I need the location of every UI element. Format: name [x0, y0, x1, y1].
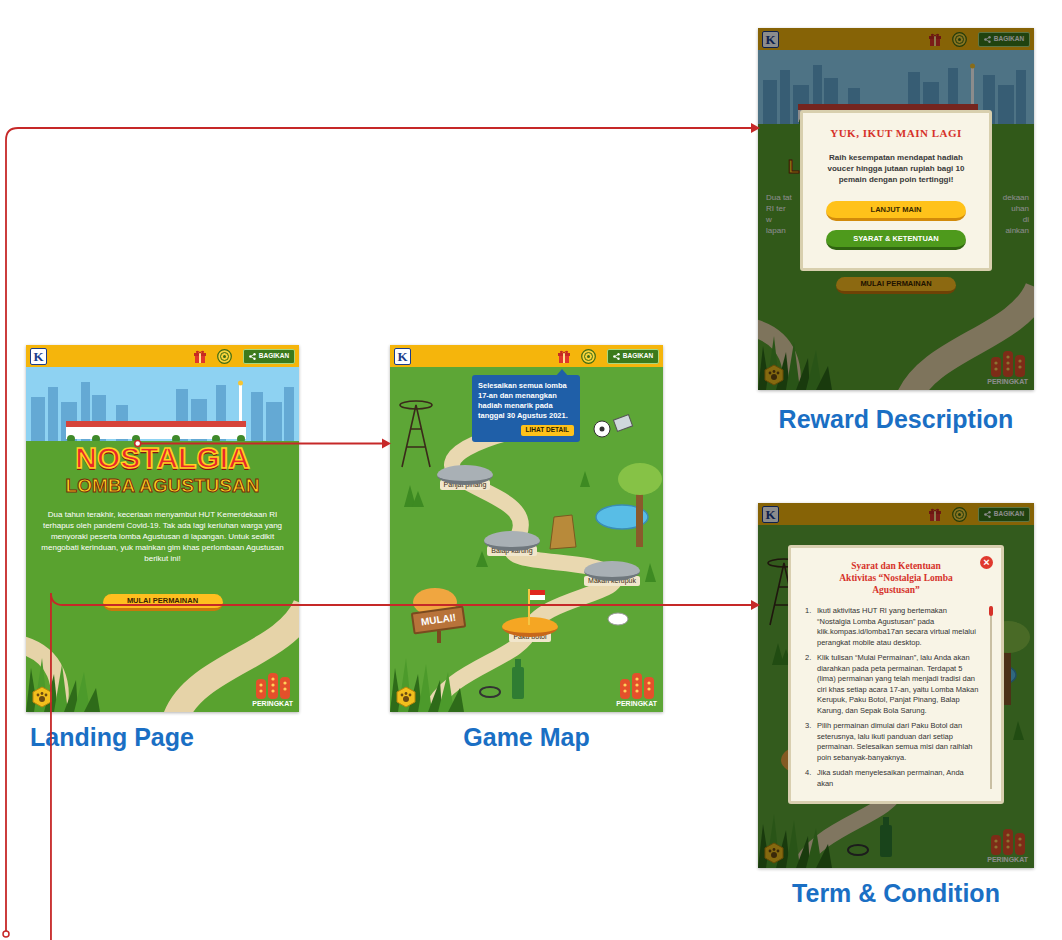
terms-dialog: Syarat dan Ketentuan Aktivitas “Nostalgi… — [788, 545, 1004, 804]
gift-icon[interactable] — [194, 350, 206, 363]
sound-icon[interactable] — [217, 349, 232, 364]
share-label: BAGIKAN — [259, 353, 289, 360]
dialog-title: YUK, IKUT MAIN LAGI — [830, 127, 962, 140]
tooltip-text: Selesaikan semua lomba 17-an dan menangk… — [478, 381, 574, 421]
screen-label: Landing Page — [26, 722, 194, 752]
continue-button[interactable]: LANJUT MAIN — [826, 201, 966, 221]
top-bar: K BAGIKAN — [390, 345, 663, 367]
top-bar: K BAGIKAN — [26, 345, 299, 367]
game-station[interactable]: Paku botol — [498, 617, 562, 642]
logo-letter: K — [397, 350, 407, 363]
city-skyline — [26, 367, 299, 447]
terms-list: 1. Ikuti aktivitas HUT RI yang bertemaka… — [791, 606, 1001, 789]
item-text: Ikuti aktivitas HUT RI yang bertemakan “… — [817, 606, 979, 648]
flow-arrow — [138, 443, 382, 445]
landing-node: K BAGIKAN — [26, 345, 299, 752]
share-label: BAGIKAN — [623, 353, 653, 360]
logo-letter: K — [33, 350, 43, 363]
station-pad — [502, 617, 558, 637]
item-text: Pilih permainan dimulai dari Paku Botol … — [817, 721, 979, 763]
start-button[interactable]: MULAI PERMAINAN — [103, 594, 223, 611]
flow-arrow — [6, 128, 751, 934]
station-pad — [484, 531, 540, 551]
paw-hexagon-icon[interactable] — [395, 686, 417, 708]
share-icon — [249, 353, 256, 360]
flow-diagram: K BAGIKAN — [0, 0, 1062, 940]
item-number: 3. — [805, 721, 814, 763]
reward-tooltip: Selesaikan semua lomba 17-an dan menangk… — [472, 375, 580, 442]
intro-text: Dua tahun terakhir, keceriaan menyambut … — [36, 509, 289, 564]
landing-screen: K BAGIKAN — [26, 345, 299, 712]
dialog-title: Syarat dan Ketentuan Aktivitas “Nostalgi… — [833, 560, 959, 596]
station-pad — [437, 465, 493, 485]
game-subtitle: LOMBA AGUSTUSAN — [66, 475, 260, 497]
close-button[interactable]: × — [980, 556, 993, 569]
item-number: 1. — [805, 606, 814, 648]
kompas-logo[interactable]: K — [30, 348, 47, 365]
game-map-node: K BAGIKAN — [390, 345, 663, 752]
reward-node: K BAGIKAN — [758, 28, 1034, 434]
kompas-logo[interactable]: K — [394, 348, 411, 365]
share-icon — [613, 353, 620, 360]
game-station[interactable]: Balap karung — [480, 531, 544, 556]
ranking-icon — [255, 673, 291, 699]
game-station[interactable]: Panjat pinang — [433, 465, 497, 490]
screen-label: Reward Description — [779, 404, 1014, 434]
share-button[interactable]: BAGIKAN — [243, 349, 295, 364]
item-number: 4. — [805, 768, 814, 789]
terms-item: 2. Klik tulisan “Mulai Permainan”, lalu … — [805, 653, 979, 716]
arrowhead — [382, 439, 391, 449]
dialog-text: Raih kesempatan mendapat hadiah voucer h… — [815, 152, 977, 185]
tooltip-pointer — [556, 369, 568, 376]
terms-screen: K BAGIKAN — [758, 503, 1034, 868]
arrow-origin — [135, 441, 141, 447]
terms-button[interactable]: SYARAT & KETENTUAN — [826, 230, 966, 250]
flow-arrow — [51, 593, 751, 940]
screen-label: Term & Condition — [792, 878, 1000, 908]
start-sign: MULAI! — [412, 609, 465, 643]
arrowhead — [751, 123, 760, 133]
paw-hexagon-icon[interactable] — [31, 686, 53, 708]
start-sign-label: MULAI! — [411, 605, 467, 634]
scrollbar-track[interactable] — [990, 606, 992, 789]
screen-label: Game Map — [463, 722, 589, 752]
reward-screen: K BAGIKAN — [758, 28, 1034, 390]
arrow-origin — [3, 931, 9, 937]
item-text: Klik tulisan “Mulai Permainan”, lalu And… — [817, 653, 979, 716]
ranking-label: PERINGKAT — [252, 700, 293, 707]
terms-item: 4. Jika sudah menyelesaikan permainan, A… — [805, 768, 979, 789]
scrollbar-thumb[interactable] — [989, 606, 993, 616]
sound-icon[interactable] — [581, 349, 596, 364]
terms-item: 3. Pilih permainan dimulai dari Paku Bot… — [805, 721, 979, 763]
gift-icon[interactable] — [558, 350, 570, 363]
ranking-icon — [619, 673, 655, 699]
sign-post — [437, 631, 441, 643]
station-pad — [584, 561, 640, 581]
ranking-button[interactable]: PERINGKAT — [616, 673, 657, 707]
reward-dialog: YUK, IKUT MAIN LAGI Raih kesempatan mend… — [800, 110, 992, 271]
flag-icon — [528, 589, 548, 625]
terms-node: K BAGIKAN — [758, 503, 1034, 908]
game-map-screen: K BAGIKAN — [390, 345, 663, 712]
game-station[interactable]: Makan kerupuk — [580, 561, 644, 586]
detail-button[interactable]: LIHAT DETAIL — [521, 425, 574, 436]
arrowhead — [751, 600, 760, 610]
item-text: Jika sudah menyelesaikan permainan, Anda… — [817, 768, 979, 789]
ranking-button[interactable]: PERINGKAT — [252, 673, 293, 707]
item-number: 2. — [805, 653, 814, 716]
game-title: NOSTALGIA — [75, 443, 249, 473]
share-button[interactable]: BAGIKAN — [607, 349, 659, 364]
terms-item: 1. Ikuti aktivitas HUT RI yang bertemaka… — [805, 606, 979, 648]
ranking-label: PERINGKAT — [616, 700, 657, 707]
